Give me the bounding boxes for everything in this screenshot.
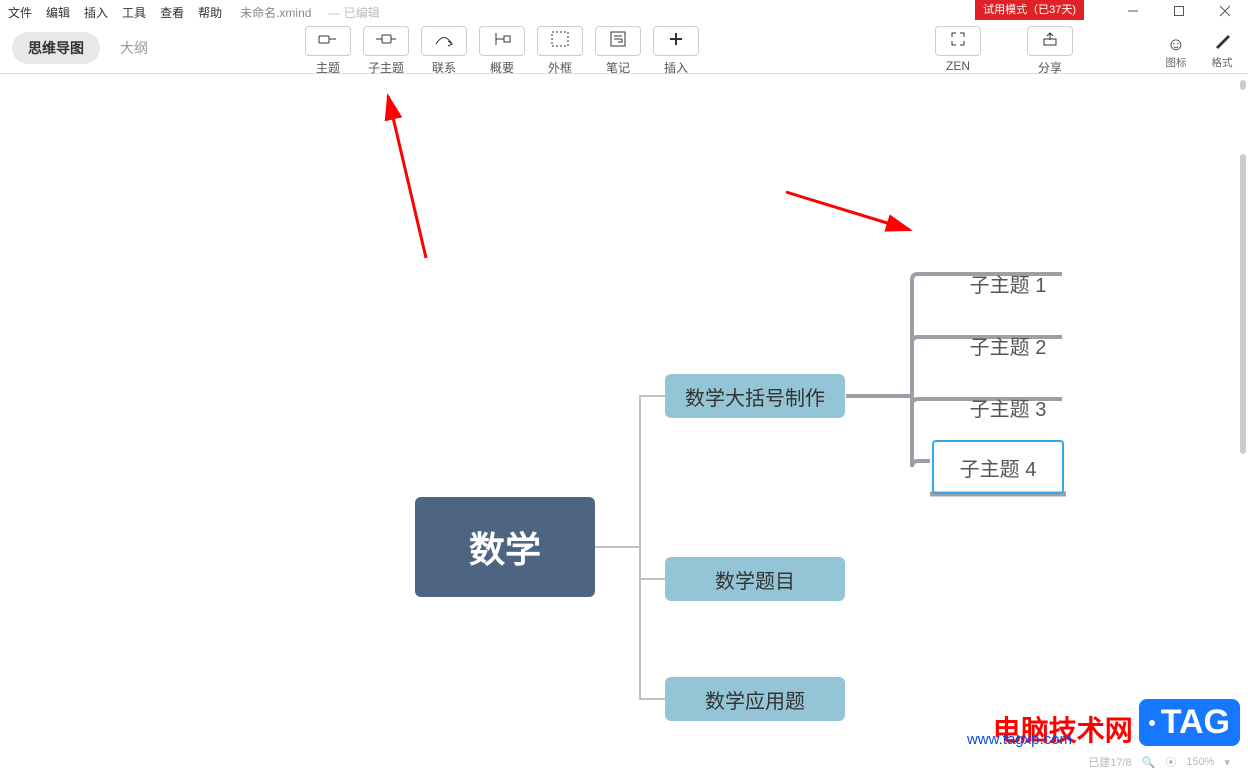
share-icon (1042, 31, 1058, 52)
menu-file[interactable]: 文件 (8, 4, 32, 21)
tool-topic[interactable]: 主题 (300, 26, 356, 76)
subtopic-node[interactable]: 子主题 2 (958, 331, 1058, 360)
relation-icon (434, 31, 454, 52)
watermark-tag-chip: TAG (1139, 699, 1240, 746)
panel-tools: ☺ 图标 格式 (1162, 32, 1236, 70)
note-icon (610, 31, 626, 52)
tool-format[interactable]: 格式 (1208, 32, 1236, 70)
watermark: 电脑技术网 www.tagxp.com TAG (993, 699, 1240, 746)
right-tools: ZEN 分享 (930, 26, 1078, 76)
subtopic-node-selected[interactable]: 子主题 4 (932, 440, 1064, 494)
status-bar: 已建17/8 🔍 ⦿ 150% ▾ (0, 754, 1248, 770)
tool-boundary[interactable]: 外框 (532, 26, 588, 76)
watermark-url: www.tagxp.com (967, 731, 1072, 748)
vertical-scrollbar[interactable] (1238, 74, 1248, 754)
toolbar: 思维导图 大纲 主题 子主题 联系 概要 外框 笔记 插入 (0, 24, 1248, 74)
document-edited-label: — 已编辑 (328, 4, 379, 21)
zen-icon (950, 31, 966, 52)
tool-share[interactable]: 分享 (1022, 26, 1078, 76)
tool-add[interactable]: 插入 (648, 26, 704, 76)
main-topic-node[interactable]: 数学题目 (665, 557, 845, 601)
tool-relation[interactable]: 联系 (416, 26, 472, 76)
tool-zen-label: ZEN (930, 59, 986, 73)
tool-subtopic[interactable]: 子主题 (358, 26, 414, 76)
menu-help[interactable]: 帮助 (198, 4, 222, 21)
status-count: 已建17/8 (1088, 754, 1131, 770)
tool-icons[interactable]: ☺ 图标 (1162, 33, 1190, 70)
menu-view[interactable]: 查看 (160, 4, 184, 21)
plus-icon (668, 31, 684, 52)
mindmap-canvas[interactable]: 数学 数学大括号制作 数学题目 数学应用题 子主题 1 子主题 2 子主题 3 … (0, 74, 1238, 754)
trial-banner[interactable]: 试用模式（已37天) (975, 0, 1084, 20)
document-name: 未命名.xmind (240, 4, 311, 21)
locate-icon[interactable]: ⦿ (1165, 754, 1176, 770)
topic-icon (318, 31, 338, 52)
tool-icons-label: 图标 (1162, 55, 1190, 70)
window-maximize-button[interactable] (1156, 0, 1202, 22)
view-outline-tab[interactable]: 大纲 (104, 32, 164, 64)
scroll-thumb[interactable] (1240, 154, 1246, 454)
window-controls (1110, 0, 1248, 22)
tool-note[interactable]: 笔记 (590, 26, 646, 76)
window-close-button[interactable] (1202, 0, 1248, 22)
main-topic-node[interactable]: 数学大括号制作 (665, 374, 845, 418)
brush-icon (1208, 32, 1236, 55)
boundary-icon (551, 31, 569, 52)
subtopic-node[interactable]: 子主题 1 (958, 269, 1058, 298)
tool-summary[interactable]: 概要 (474, 26, 530, 76)
center-tools: 主题 子主题 联系 概要 外框 笔记 插入 (300, 26, 704, 76)
menu-bar: 文件 编辑 插入 工具 查看 帮助 未命名.xmind — 已编辑 试用模式（已… (0, 0, 1248, 24)
view-mindmap-tab[interactable]: 思维导图 (12, 32, 100, 64)
window-minimize-button[interactable] (1110, 0, 1156, 22)
search-icon[interactable]: 🔍 (1142, 756, 1156, 769)
smiley-icon: ☺ (1162, 33, 1190, 55)
chevron-down-icon[interactable]: ▾ (1224, 756, 1230, 769)
tool-zen[interactable]: ZEN (930, 26, 986, 76)
scroll-up-button[interactable] (1240, 80, 1246, 90)
central-topic-node[interactable]: 数学 (415, 497, 595, 597)
view-toggle: 思维导图 大纲 (12, 32, 164, 64)
subtopic-node[interactable]: 子主题 3 (958, 393, 1058, 422)
main-topic-node[interactable]: 数学应用题 (665, 677, 845, 721)
zoom-value[interactable]: 150% (1186, 756, 1214, 768)
tool-format-label: 格式 (1208, 55, 1236, 70)
menu-tool[interactable]: 工具 (122, 4, 146, 21)
menu-insert[interactable]: 插入 (84, 4, 108, 21)
summary-icon (492, 31, 512, 52)
subtopic-icon (375, 31, 397, 52)
menu-edit[interactable]: 编辑 (46, 4, 70, 21)
